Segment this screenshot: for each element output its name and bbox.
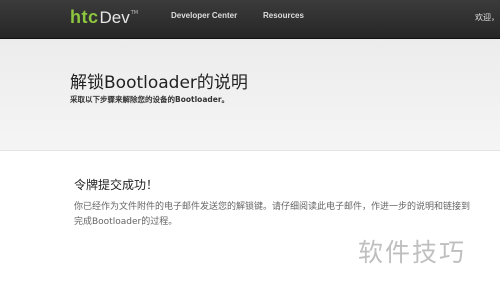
page-title: 解锁Bootloader的说明 <box>70 73 248 93</box>
watermark-text: 软件技巧 <box>358 238 467 267</box>
nav-developer-center[interactable]: Developer Center <box>171 11 237 20</box>
success-title: 令牌提交成功！ <box>74 178 159 192</box>
logo-htc-text: htc <box>70 7 99 27</box>
logo-dev-text: Dev <box>99 8 130 27</box>
top-navigation-bar: htc Dev TM Developer Center Resources 欢迎… <box>0 0 500 39</box>
logo-trademark: TM <box>130 10 139 16</box>
page-subtitle: 采取以下步骤来解除您的设备的Bootloader。 <box>70 95 230 104</box>
welcome-text: 欢迎， <box>475 13 499 22</box>
nav-resources[interactable]: Resources <box>263 11 304 20</box>
htcdev-logo[interactable]: htc Dev TM <box>70 7 138 29</box>
header-divider <box>0 150 500 151</box>
